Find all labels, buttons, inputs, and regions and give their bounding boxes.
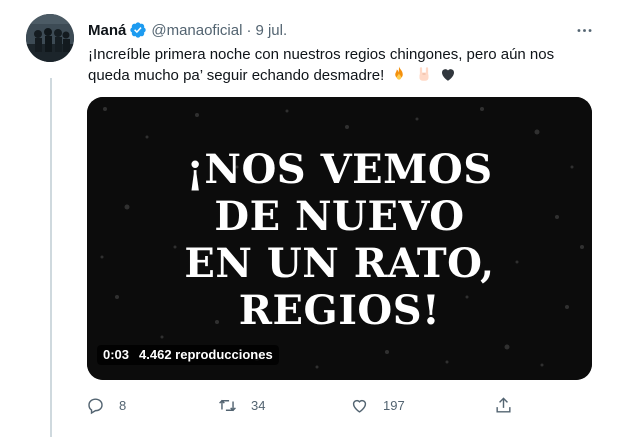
more-options-icon[interactable]: [572, 18, 596, 42]
overlay-line: ¡NOS VEMOS: [186, 146, 493, 193]
retweet-count: 34: [251, 397, 266, 413]
tweet-header: Maná @manaoficial · 9 jul.: [88, 20, 287, 40]
video-meta-badge: 0:03 4.462 reproducciones: [97, 345, 279, 365]
rock-on-hand-icon: [419, 67, 429, 81]
heart-icon: [352, 399, 367, 413]
display-name[interactable]: Maná: [88, 22, 126, 39]
video-player[interactable]: ¡NOS VEMOS DE NUEVO EN UN RATO, REGIOS! …: [87, 97, 592, 380]
tweet-text: ¡Increíble primera noche con nuestros re…: [88, 45, 598, 86]
share-icon: [496, 396, 511, 413]
video-views: 4.462 reproducciones: [139, 347, 273, 362]
thread-line: [50, 78, 52, 437]
verified-badge-icon: [130, 22, 147, 38]
share-button[interactable]: [494, 393, 513, 417]
reply-icon: [88, 397, 103, 414]
retweet-icon: [219, 399, 236, 411]
tweet-actions: 8 34 197: [86, 393, 516, 417]
black-heart-icon: [441, 69, 454, 81]
like-count: 197: [383, 397, 405, 413]
overlay-line: REGIOS!: [238, 287, 441, 334]
video-duration: 0:03: [103, 347, 130, 362]
tweet-body: ¡Increíble primera noche con nuestros re…: [88, 46, 555, 84]
overlay-line: DE NUEVO: [214, 193, 465, 240]
handle[interactable]: @manaoficial: [151, 22, 242, 39]
retweet-button[interactable]: 34: [218, 393, 265, 417]
reply-button[interactable]: 8: [86, 393, 126, 417]
fire-emoji-icon: [395, 66, 404, 80]
separator-dot: ·: [246, 21, 252, 39]
reply-count: 8: [119, 397, 127, 413]
like-button[interactable]: 197: [350, 393, 405, 417]
tweet-date[interactable]: 9 jul.: [255, 22, 287, 39]
video-overlay-text: ¡NOS VEMOS DE NUEVO EN UN RATO, REGIOS!: [87, 146, 592, 334]
tweet[interactable]: Maná @manaoficial · 9 jul. ¡Increíble pr…: [0, 0, 630, 437]
overlay-line: EN UN RATO,: [184, 240, 495, 287]
avatar[interactable]: [26, 14, 74, 62]
